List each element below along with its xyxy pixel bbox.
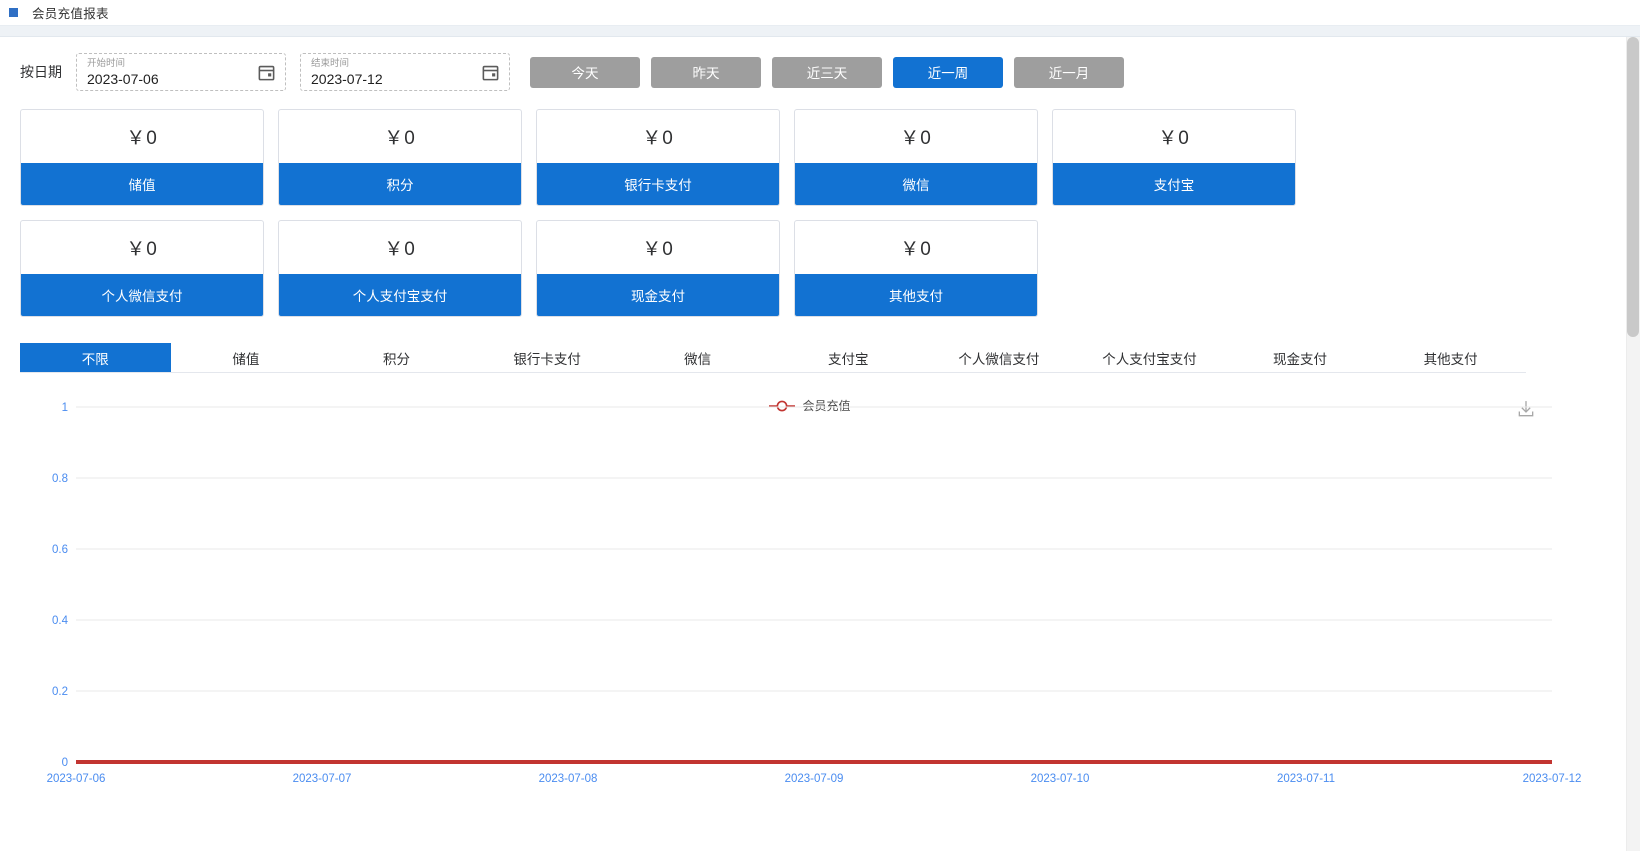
card-label: 其他支付: [795, 274, 1037, 316]
summary-card[interactable]: ￥0 微信: [794, 109, 1038, 206]
date-filter-bar: 按日期 开始时间 2023-07-06 结束时间 2023-07-12 今天 昨…: [0, 37, 1640, 91]
x-tick: 2023-07-12: [1523, 773, 1582, 785]
recharge-line-chart: 会员充值 1 0.8 0.6 0.4 0.2 0 2023-07-06 2023…: [0, 381, 1620, 826]
summary-card[interactable]: ￥0 其他支付: [794, 220, 1038, 317]
tab-cash[interactable]: 现金支付: [1225, 343, 1376, 372]
card-label: 积分: [279, 163, 521, 205]
x-tick: 2023-07-06: [47, 773, 106, 785]
chart-x-axis-labels: 2023-07-06 2023-07-07 2023-07-08 2023-07…: [47, 773, 1582, 785]
summary-card[interactable]: ￥0 现金支付: [536, 220, 780, 317]
x-tick: 2023-07-07: [293, 773, 352, 785]
quick-range-today[interactable]: 今天: [530, 56, 640, 88]
card-label: 个人微信支付: [21, 274, 263, 316]
tab-points[interactable]: 积分: [321, 343, 472, 372]
scrollbar-thumb[interactable]: [1627, 37, 1639, 337]
quick-range-buttons: 今天 昨天 近三天 近一周 近一月: [530, 56, 1124, 88]
y-tick: 0.6: [52, 544, 68, 556]
payment-type-tabs: 不限 储值 积分 银行卡支付 微信 支付宝 个人微信支付 个人支付宝支付 现金支…: [20, 343, 1526, 373]
card-value: ￥0: [1158, 128, 1190, 149]
page-title: 会员充值报表: [32, 7, 109, 21]
card-value: ￥0: [900, 128, 932, 149]
tab-personal-alipay[interactable]: 个人支付宝支付: [1074, 343, 1225, 372]
card-label: 银行卡支付: [537, 163, 779, 205]
y-tick: 0.2: [52, 686, 68, 698]
summary-card[interactable]: ￥0 积分: [278, 109, 522, 206]
quick-range-last-3-days[interactable]: 近三天: [772, 56, 882, 88]
chart-gridlines: [76, 406, 1552, 763]
calendar-icon[interactable]: [257, 63, 276, 82]
card-value: ￥0: [126, 128, 158, 149]
tab-other[interactable]: 其他支付: [1375, 343, 1526, 372]
tab-bank-card[interactable]: 银行卡支付: [472, 343, 623, 372]
start-date-value: 2023-07-06: [87, 71, 159, 87]
end-date-value: 2023-07-12: [311, 71, 383, 87]
x-tick: 2023-07-09: [785, 773, 844, 785]
tab-marker-icon: [9, 8, 18, 17]
window-title-bar: 会员充值报表: [0, 0, 1640, 26]
quick-range-yesterday[interactable]: 昨天: [651, 56, 761, 88]
y-tick: 0: [62, 757, 68, 769]
card-value: ￥0: [384, 239, 416, 260]
card-label: 个人支付宝支付: [279, 274, 521, 316]
tab-personal-wechat[interactable]: 个人微信支付: [924, 343, 1075, 372]
card-label: 微信: [795, 163, 1037, 205]
card-value: ￥0: [642, 239, 674, 260]
x-tick: 2023-07-10: [1031, 773, 1090, 785]
summary-card[interactable]: ￥0 银行卡支付: [536, 109, 780, 206]
tab-wechat[interactable]: 微信: [622, 343, 773, 372]
filter-label: 按日期: [20, 64, 62, 80]
x-tick: 2023-07-11: [1277, 773, 1335, 785]
tab-alipay[interactable]: 支付宝: [773, 343, 924, 372]
card-label: 支付宝: [1053, 163, 1295, 205]
vertical-scrollbar[interactable]: [1626, 37, 1640, 851]
x-tick: 2023-07-08: [539, 773, 598, 785]
quick-range-last-month[interactable]: 近一月: [1014, 56, 1124, 88]
chart-y-axis-labels: 1 0.8 0.6 0.4 0.2 0: [52, 402, 69, 769]
chart-plot-area: 1 0.8 0.6 0.4 0.2 0 2023-07-06 2023-07-0…: [47, 402, 1582, 785]
summary-card[interactable]: ￥0 储值: [20, 109, 264, 206]
start-date-label: 开始时间: [87, 58, 126, 69]
card-label: 储值: [21, 163, 263, 205]
card-value: ￥0: [900, 239, 932, 260]
card-label: 现金支付: [537, 274, 779, 316]
y-tick: 0.8: [52, 473, 68, 485]
summary-card[interactable]: ￥0 个人支付宝支付: [278, 220, 522, 317]
summary-card[interactable]: ￥0 支付宝: [1052, 109, 1296, 206]
start-date-input[interactable]: 开始时间 2023-07-06: [76, 53, 286, 91]
end-date-label: 结束时间: [311, 58, 350, 69]
calendar-icon[interactable]: [481, 63, 500, 82]
end-date-input[interactable]: 结束时间 2023-07-12: [300, 53, 510, 91]
summary-card[interactable]: ￥0 个人微信支付: [20, 220, 264, 317]
card-value: ￥0: [384, 128, 416, 149]
tab-stored-value[interactable]: 储值: [171, 343, 322, 372]
title-divider: [0, 26, 1640, 37]
page-body: 按日期 开始时间 2023-07-06 结束时间 2023-07-12 今天 昨…: [0, 37, 1640, 851]
y-tick: 1: [62, 402, 68, 414]
card-value: ￥0: [126, 239, 158, 260]
summary-card-grid: ￥0 储值 ￥0 积分 ￥0 银行卡支付 ￥0 微信 ￥0 支付宝 ￥0 个人微…: [0, 91, 1520, 317]
quick-range-last-week[interactable]: 近一周: [893, 56, 1003, 88]
y-tick: 0.4: [52, 615, 69, 627]
tab-all[interactable]: 不限: [20, 343, 171, 372]
card-value: ￥0: [642, 128, 674, 149]
